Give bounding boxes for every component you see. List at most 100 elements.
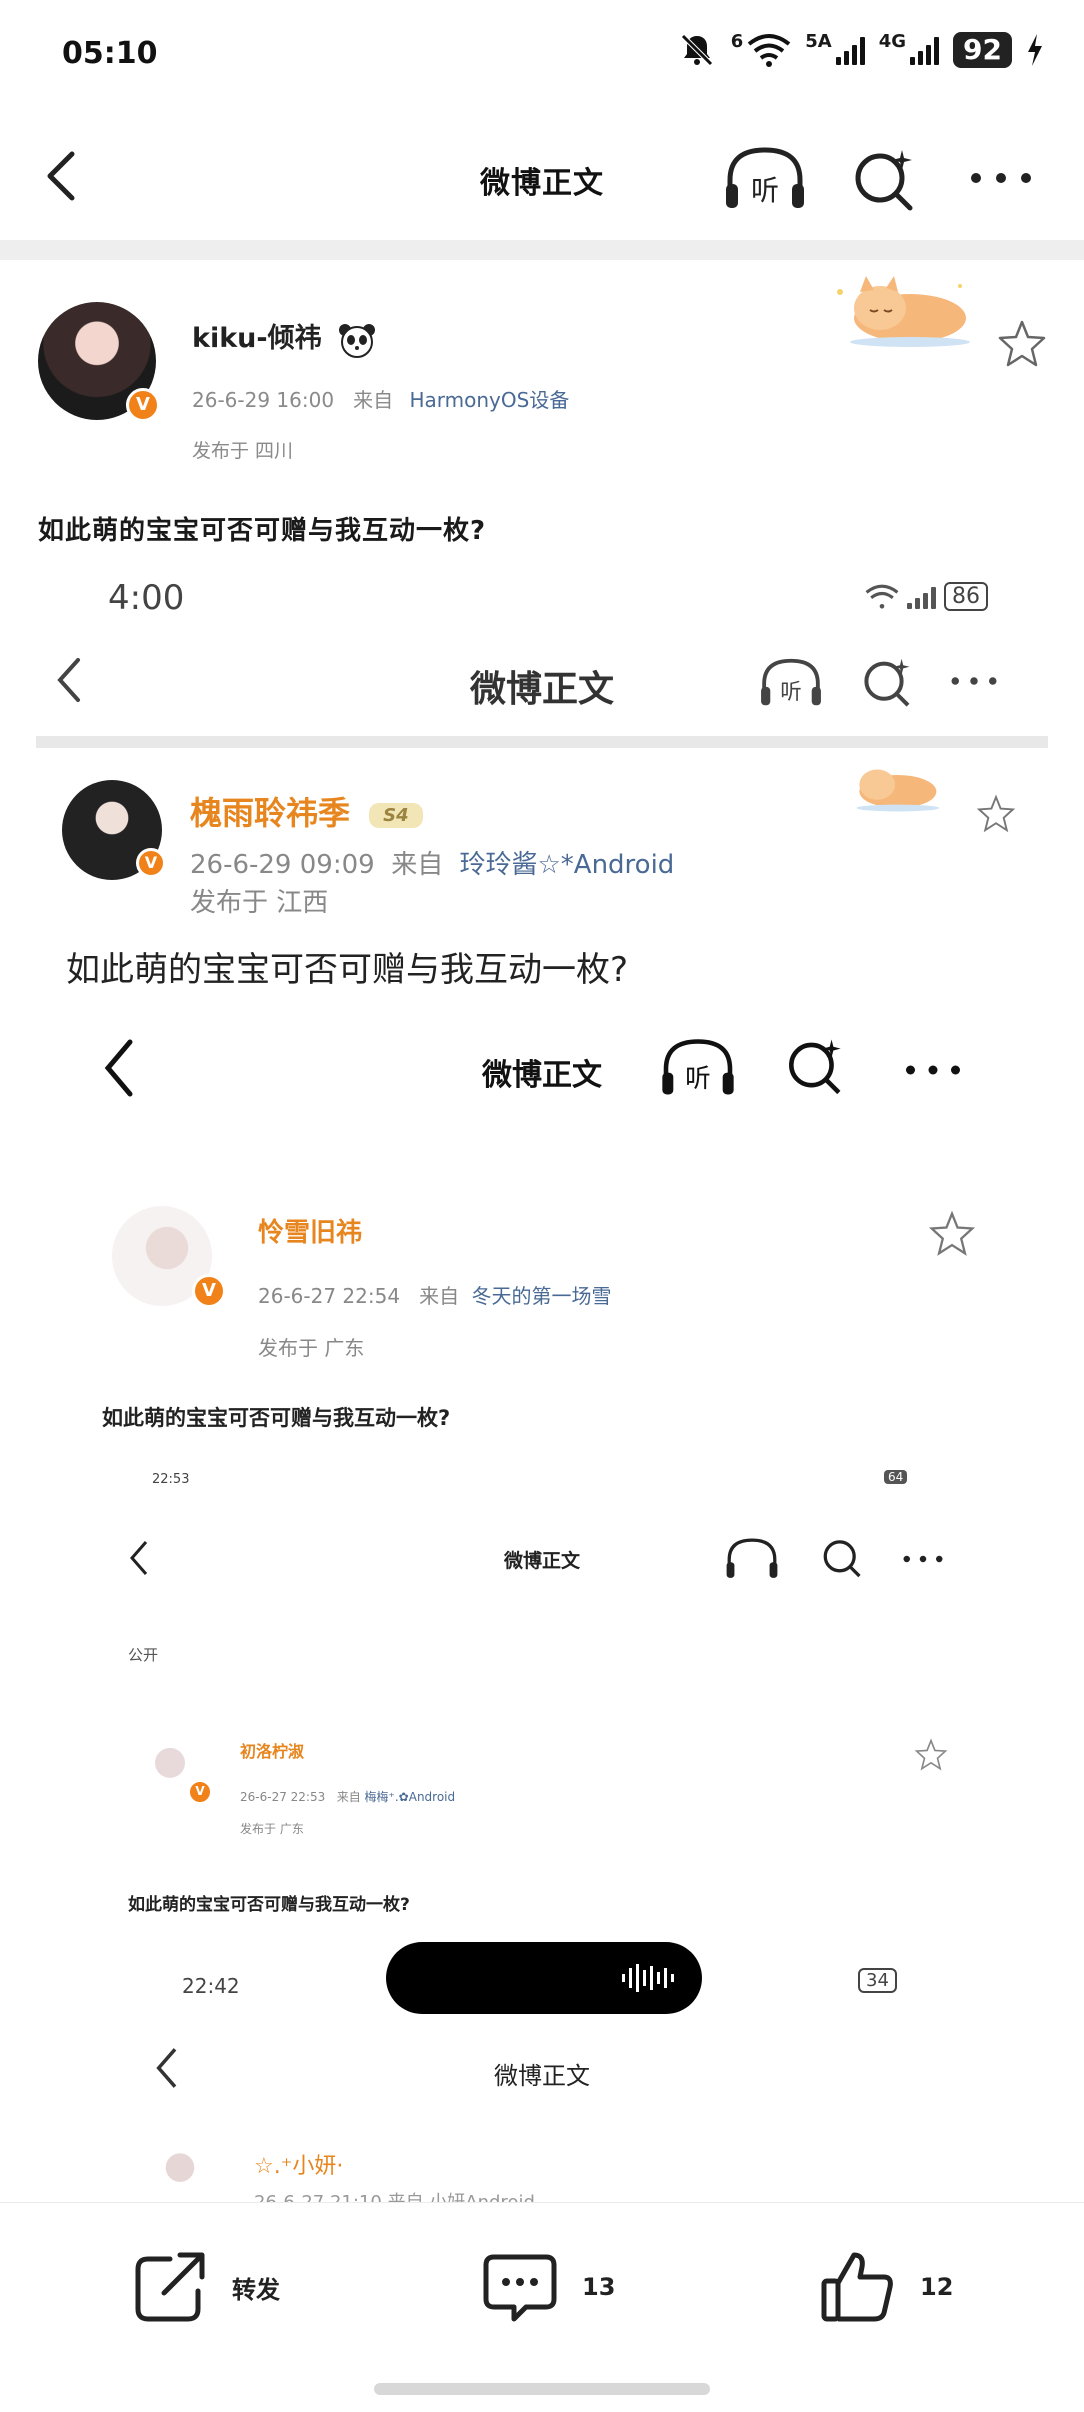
embed-divider — [36, 736, 1048, 748]
wifi-icon — [865, 584, 899, 609]
wifi-network-label: 6 — [730, 30, 744, 52]
embed3-source: 梅梅⁺.✿Android — [364, 1790, 456, 1804]
source-prefix: 来自 — [336, 1790, 361, 1804]
source-prefix: 来自 — [391, 850, 444, 880]
level-badge: S4 — [369, 802, 423, 828]
embed4-meta: 26-6-27 21:10 来自 小妍Android — [254, 2188, 535, 2202]
verified-badge-icon: V — [188, 1780, 212, 1804]
dynamic-island-pill — [386, 1942, 702, 2014]
embed3-location: 发布于 广东 — [240, 1822, 304, 1836]
avatar[interactable]: V — [38, 302, 160, 422]
repost-button[interactable]: 转发 — [130, 2247, 280, 2327]
more-icon[interactable] — [966, 158, 1036, 198]
search-icon[interactable] — [850, 144, 920, 214]
embed2-timestamp: 26-6-27 22:54 — [258, 1284, 401, 1308]
embed3-status-time: 22:53 — [152, 1472, 190, 1487]
embed-battery: 86 — [944, 582, 988, 611]
embed2-title: 微博正文 — [482, 1058, 602, 1093]
signal-1-label: 5A — [805, 30, 832, 52]
source-prefix: 来自 — [419, 1284, 460, 1308]
listen-icon[interactable]: 听 — [722, 144, 808, 214]
listen-icon: 听 — [662, 1039, 734, 1095]
embed-username: 槐雨聆祎季 S4 — [190, 788, 423, 834]
home-indicator[interactable] — [374, 2383, 710, 2395]
search-icon — [789, 1039, 841, 1095]
audio-waveform-icon — [622, 1964, 674, 1992]
listen-label: 听 — [751, 174, 779, 207]
embed-meta: 26-6-29 09:09 来自 玲玲酱☆*Android — [190, 844, 674, 881]
top-nav-bar: 微博正文 听 — [0, 110, 1084, 240]
embed2-content: 如此萌的宝宝可否可赠与我互动一枚? — [102, 1406, 451, 1430]
embed2-username: 怜雪旧祎 — [258, 1218, 363, 1248]
post-meta: 26-6-29 16:00 来自 HarmonyOS设备 — [192, 384, 569, 413]
post-location: 发布于 四川 — [192, 440, 294, 462]
embed4-battery: 34 — [858, 1968, 897, 1993]
more-icon — [906, 1065, 960, 1075]
comment-icon — [483, 2254, 557, 2322]
embed4-status-time: 22:42 — [182, 1974, 240, 1998]
embed-username-text: 槐雨聆祎季 — [190, 794, 351, 832]
username-text[interactable]: kiku-倾祎 — [192, 323, 322, 354]
battery-icon: 92 — [953, 32, 1012, 68]
favorite-star-icon[interactable] — [996, 318, 1048, 370]
embed3-content: 如此萌的宝宝可否可赠与我互动一枚? — [128, 1895, 410, 1915]
embed3-meta: 26-6-27 22:53 来自 梅梅⁺.✿Android — [240, 1788, 455, 1805]
thumbs-up-icon — [821, 2252, 893, 2322]
embed3-timestamp: 26-6-27 22:53 — [240, 1790, 326, 1804]
post-image[interactable]: 4:00 86 微博正文 听 V 槐雨聆祎季 S4 26-6-29 09:09 … — [36, 566, 1048, 2202]
status-icons: 6 5A 4G 92 — [677, 30, 1044, 70]
mute-bell-icon — [680, 34, 713, 66]
more-icon — [951, 677, 997, 685]
section-divider — [0, 240, 1084, 260]
search-icon — [823, 1540, 861, 1578]
avatar — [148, 2142, 212, 2202]
like-count: 12 — [920, 2273, 954, 2301]
embed3-public-label: 公开 — [128, 1646, 159, 1664]
charging-icon — [1028, 34, 1042, 66]
status-bar: 05:10 6 5A 4G 92 — [0, 0, 1084, 110]
page-title: 微博正文 — [480, 166, 604, 201]
post-source-link[interactable]: HarmonyOS设备 — [410, 388, 570, 412]
signal-icon — [907, 585, 936, 609]
bottom-action-bar: 转发 13 12 — [0, 2202, 1084, 2412]
listen-icon: 听 — [761, 658, 821, 706]
verified-badge-icon: V — [136, 848, 166, 878]
sleeping-cat-decoration-icon — [837, 276, 970, 347]
embed3-title: 微博正文 — [503, 1550, 580, 1572]
embed-timestamp: 26-6-29 09:09 — [190, 850, 375, 880]
favorite-star-icon — [928, 1210, 976, 1256]
comment-button[interactable]: 13 — [480, 2247, 615, 2327]
signal-icon — [910, 35, 940, 65]
search-icon — [864, 658, 910, 707]
embed2-meta: 26-6-27 22:54 来自 冬天的第一场雪 — [258, 1280, 612, 1309]
sleeping-cat-decoration-icon — [856, 769, 940, 812]
wifi-icon — [748, 34, 791, 67]
verified-badge-icon: V — [126, 388, 160, 422]
signal-icon — [835, 35, 865, 65]
listen-icon — [726, 1538, 778, 1578]
embed-status-icons: 86 — [865, 582, 988, 611]
favorite-star-icon — [976, 794, 1016, 833]
listen-label: 听 — [780, 680, 801, 705]
avatar: V — [62, 780, 166, 880]
embed-location: 发布于 江西 — [190, 888, 329, 918]
post-content: 如此萌的宝宝可否可赠与我互动一枚? — [38, 516, 487, 546]
listen-label: 听 — [685, 1064, 711, 1094]
embed-content: 如此萌的宝宝可否可赠与我互动一枚? — [66, 950, 629, 990]
embed3-battery: 64 — [884, 1470, 908, 1484]
avatar: V — [112, 1206, 226, 1308]
status-time: 05:10 — [62, 36, 158, 71]
share-icon — [135, 2252, 205, 2322]
post-username[interactable]: kiku-倾祎 — [192, 316, 377, 358]
like-button[interactable]: 12 — [818, 2247, 953, 2327]
embed-status-time: 4:00 — [108, 578, 185, 618]
source-prefix: 来自 — [353, 388, 394, 412]
more-icon — [903, 1555, 943, 1563]
embed-source: 玲玲酱☆*Android — [459, 850, 675, 880]
panda-badge-icon — [339, 323, 376, 358]
avatar: V — [138, 1736, 212, 1804]
embed3-username: 初洛柠淑 — [240, 1742, 305, 1761]
signal-2-label: 4G — [878, 30, 907, 52]
embed2-location: 发布于 广东 — [258, 1336, 365, 1360]
verified-badge-icon: V — [192, 1274, 226, 1308]
